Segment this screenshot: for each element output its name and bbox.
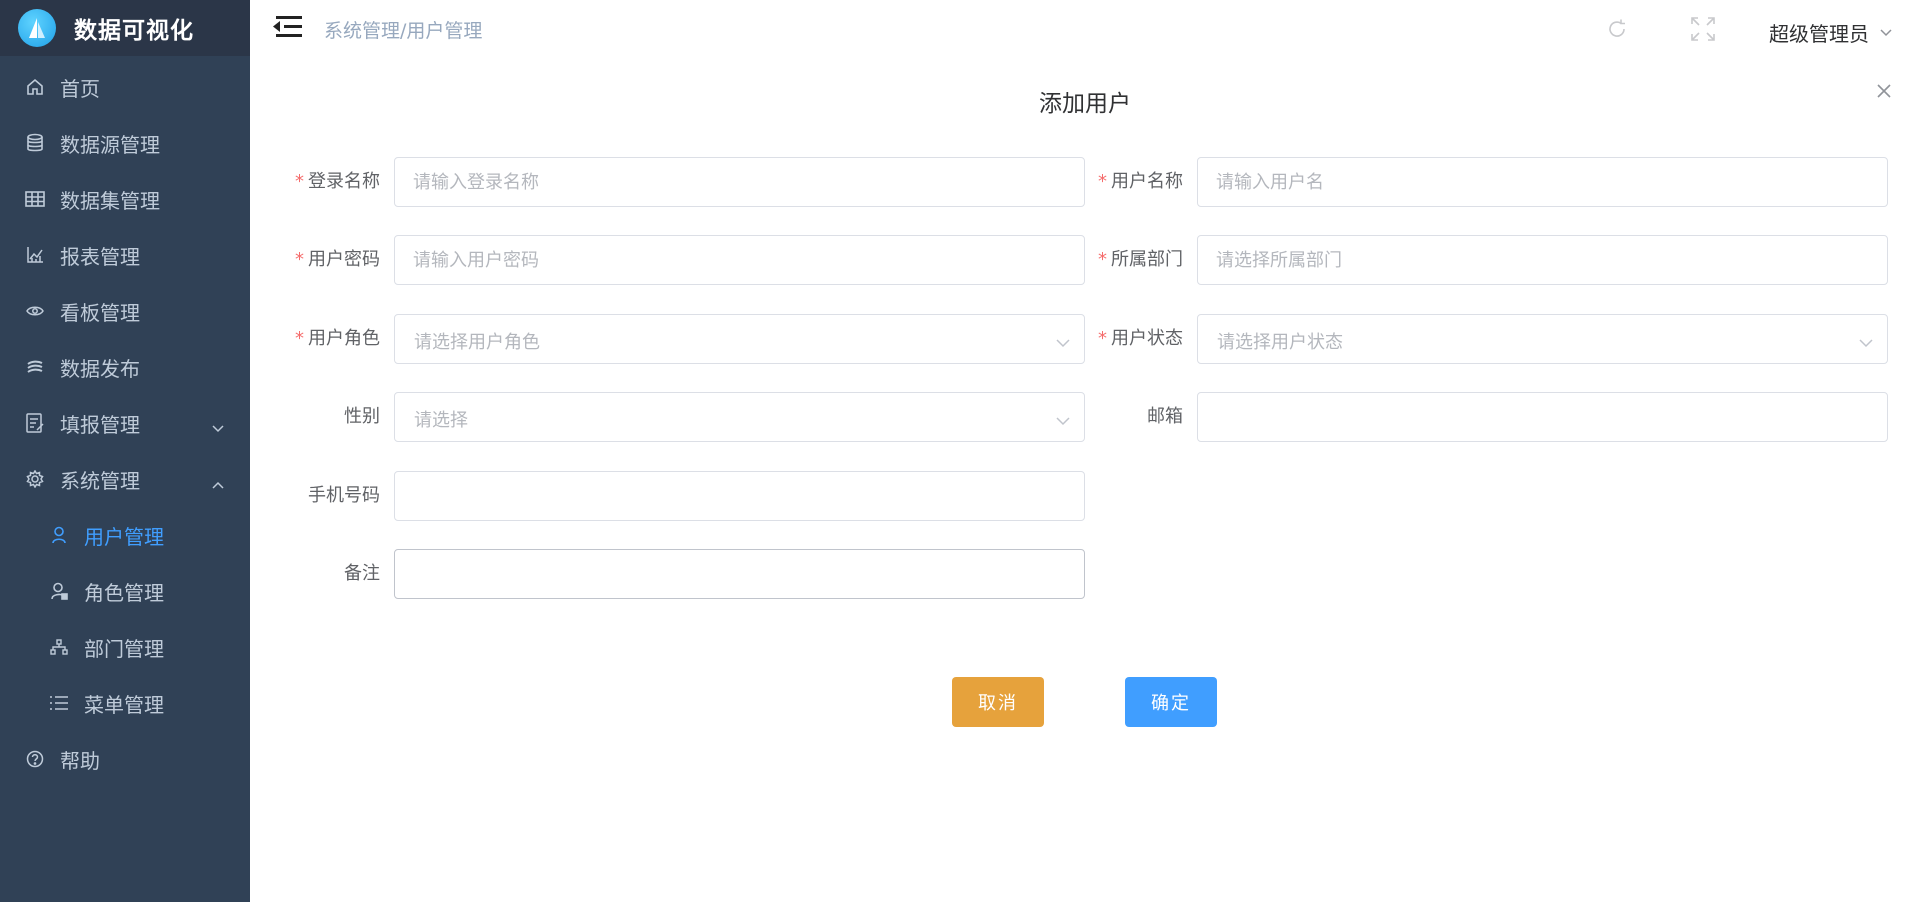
gender-label: 性别 [344,406,380,427]
status-select[interactable]: 请选择用户状态 [1197,314,1888,364]
gender-select[interactable]: 请选择 [394,392,1085,442]
sidebar-item-label: 菜单管理 [84,692,164,717]
refresh-icon[interactable] [1606,18,1628,44]
user-icon [48,524,70,546]
sidebar-item-roles[interactable]: 角色管理 [0,563,250,619]
role-select-placeholder: 请选择用户角色 [414,332,540,353]
sidebar-item-label: 报表管理 [60,244,140,269]
list-icon [48,692,70,714]
sidebar-item-label: 部门管理 [84,636,164,661]
menu-toggle-icon[interactable] [272,14,304,42]
sidebar-item-label: 填报管理 [60,412,140,437]
fullscreen-icon[interactable] [1690,16,1716,46]
sidebar-item-report[interactable]: 报表管理 [0,227,250,283]
remark-label: 备注 [344,563,380,584]
app-title: 数据可视化 [74,18,194,44]
form-icon [24,412,46,434]
database-icon [24,132,46,154]
status-label: * 用户状态 [1098,328,1183,349]
chart-icon [24,244,46,266]
department-input[interactable] [1197,235,1888,285]
eye-icon [24,300,46,322]
sidebar-item-label: 帮助 [60,748,100,773]
sidebar-item-label: 用户管理 [84,524,164,549]
sidebar-item-label: 看板管理 [60,300,140,325]
sidebar-item-datasource[interactable]: 数据源管理 [0,115,250,171]
sidebar-item-label: 数据发布 [60,356,140,381]
dialog-title: 添加用户 [1039,91,1131,117]
user-menu[interactable]: 超级管理员 [1769,18,1869,47]
chevron-down-icon [1859,333,1873,352]
status-select-placeholder: 请选择用户状态 [1217,332,1343,353]
user-name-label: * 用户名称 [1098,171,1183,192]
password-label: * 用户密码 [295,249,380,270]
logo [18,9,56,47]
sidebar-item-help[interactable]: 帮助 [0,731,250,787]
sidebar-item-menus[interactable]: 菜单管理 [0,675,250,731]
phone-field[interactable] [394,471,1085,521]
sidebar-item-label: 系统管理 [60,468,140,493]
breadcrumb: 系统管理/用户管理 [324,20,483,42]
email-label: 邮箱 [1147,406,1183,427]
sidebar-item-dashboard[interactable]: 看板管理 [0,283,250,339]
department-label: * 所属部门 [1098,249,1183,270]
sidebar-item-dataset[interactable]: 数据集管理 [0,171,250,227]
top-header: 系统管理/用户管理 超级管理员 [250,0,1920,58]
role-label: * 用户角色 [295,328,380,349]
sidebar-item-departments[interactable]: 部门管理 [0,619,250,675]
role-icon [48,580,70,602]
chevron-down-icon [1056,333,1070,352]
table-icon [24,188,46,210]
phone-label: 手机号码 [308,485,380,506]
department-icon [48,636,70,658]
gender-select-placeholder: 请选择 [414,410,468,431]
publish-icon [24,356,46,378]
sidebar-item-publish[interactable]: 数据发布 [0,339,250,395]
email-field[interactable] [1197,392,1888,442]
sidebar-item-label: 数据集管理 [60,188,160,213]
user-name-input[interactable] [1197,157,1888,207]
login-name-input[interactable] [394,157,1085,207]
sidebar-item-label: 角色管理 [84,580,164,605]
chevron-up-icon [212,470,224,494]
brand: 数据可视化 [0,0,250,56]
sidebar-item-users[interactable]: 用户管理 [0,507,250,563]
remark-textarea[interactable] [394,549,1085,599]
confirm-button[interactable]: 确定 [1125,677,1217,727]
sidebar-item-system[interactable]: 系统管理 [0,451,250,507]
chevron-down-icon[interactable] [1880,22,1892,41]
help-icon [24,748,46,770]
cancel-button[interactable]: 取消 [952,677,1044,727]
sidebar-item-fill[interactable]: 填报管理 [0,395,250,451]
chevron-down-icon [1056,411,1070,430]
gear-icon [24,468,46,490]
role-select[interactable]: 请选择用户角色 [394,314,1085,364]
sidebar-item-label: 数据源管理 [60,132,160,157]
password-input[interactable] [394,235,1085,285]
chevron-down-icon [212,414,224,438]
close-icon[interactable] [1876,83,1896,103]
sidebar: 数据可视化 首页 数据源管理 数据集管理 报表管理 看板管理 数据发布 填报管理… [0,0,250,902]
login-name-label: * 登录名称 [295,171,380,192]
